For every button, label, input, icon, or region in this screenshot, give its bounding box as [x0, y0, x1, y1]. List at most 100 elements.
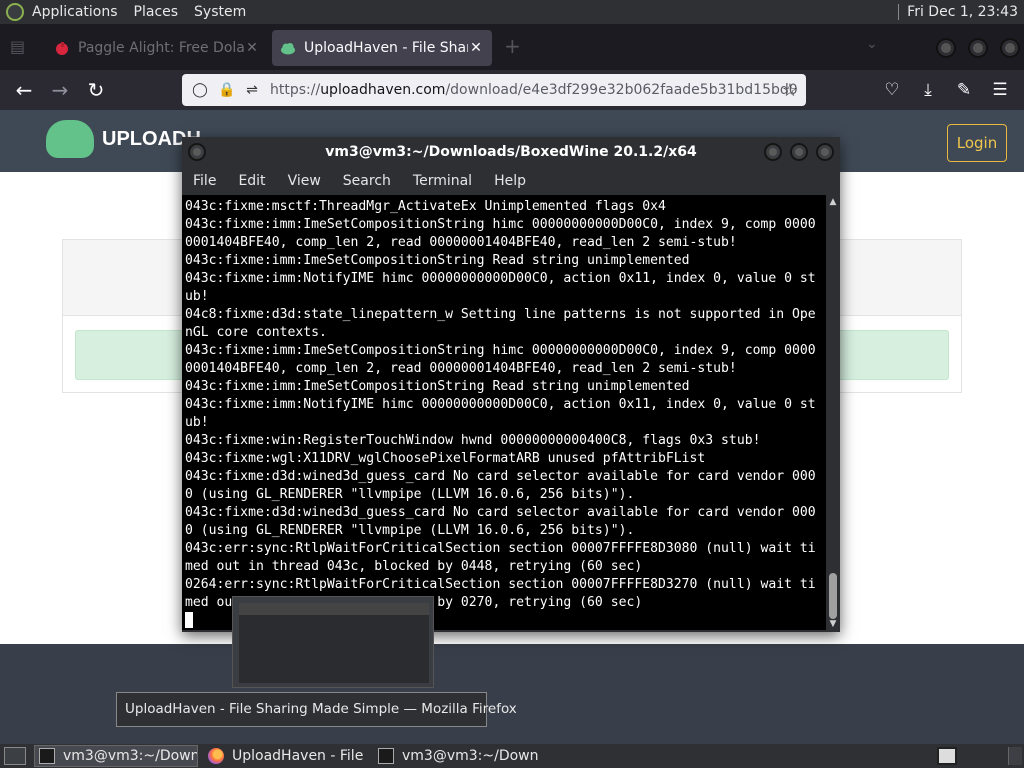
terminal-output[interactable]: 043c:fixme:msctf:ThreadMgr_ActivateEx Un…: [182, 195, 826, 630]
cloud-logo-icon: [46, 120, 94, 158]
applications-menu[interactable]: Applications: [24, 0, 126, 24]
terminal-line: 043c:fixme:imm:ImeSetCompositionString R…: [185, 379, 690, 394]
window-preview-thumbnail[interactable]: [232, 596, 434, 688]
forward-arrow-icon[interactable]: →: [48, 78, 72, 102]
clock[interactable]: Fri Dec 1, 23:43: [907, 4, 1024, 20]
tray-handle[interactable]: [1008, 747, 1022, 765]
terminal-line: 043c:fixme:d3d:wined3d_guess_card No car…: [185, 505, 816, 520]
terminal-line: 0001404BFE40, comp_len 2, read 000000014…: [185, 235, 737, 250]
system-menu[interactable]: System: [186, 0, 254, 24]
terminal-cursor: [185, 612, 193, 628]
minimize-button[interactable]: [764, 143, 782, 161]
taskbar-item-label: vm3@vm3:~/Downl...: [63, 748, 197, 764]
terminal-line: nGL core contexts.: [185, 325, 327, 340]
taskbar-item-terminal-2[interactable]: vm3@vm3:~/Downl...: [374, 745, 538, 767]
menu-terminal[interactable]: Terminal: [402, 167, 483, 195]
terminal-line: 043c:fixme:win:RegisterTouchWindow hwnd …: [185, 433, 761, 448]
reload-icon[interactable]: ↻: [84, 78, 108, 102]
tab-uploadhaven[interactable]: UploadHaven - File Sharing ✕: [272, 30, 492, 66]
firefox-icon: [208, 748, 224, 764]
tab-list-icon[interactable]: ▤: [10, 37, 30, 57]
maximize-button[interactable]: [790, 143, 808, 161]
terminal-icon: [39, 748, 55, 764]
login-button[interactable]: Login: [947, 124, 1007, 162]
panel-separator: [898, 4, 900, 20]
terminal-titlebar[interactable]: vm3@vm3:~/Downloads/BoxedWine 20.1.2/x64: [182, 137, 840, 167]
taskbar-item-terminal-1[interactable]: vm3@vm3:~/Downl...: [34, 745, 198, 767]
terminal-title: vm3@vm3:~/Downloads/BoxedWine 20.1.2/x64: [325, 144, 697, 160]
top-panel: Applications Places System Fri Dec 1, 23…: [0, 0, 1024, 24]
url-path: /download/e4e3df299e32b062faade5b31bd15b…: [445, 82, 798, 98]
url-scheme: https://: [270, 82, 321, 98]
tab-title: Paggle Alight: Free Dolan: [78, 40, 244, 56]
desktop: Applications Places System Fri Dec 1, 23…: [0, 0, 1024, 768]
close-window-button[interactable]: [816, 143, 834, 161]
terminal-window: vm3@vm3:~/Downloads/BoxedWine 20.1.2/x64…: [182, 137, 840, 632]
scroll-up-icon[interactable]: ▲: [826, 195, 840, 209]
menu-help[interactable]: Help: [483, 167, 537, 195]
terminal-line: 043c:fixme:imm:NotifyIME himc 0000000000…: [185, 271, 816, 286]
window-menu-button[interactable]: [188, 143, 206, 161]
terminal-line: 0001404BFE40, comp_len 2, read 000000014…: [185, 361, 737, 376]
taskbar-item-firefox[interactable]: UploadHaven - File ...: [204, 745, 368, 767]
terminal-line: 043c:fixme:d3d:wined3d_guess_card No car…: [185, 469, 816, 484]
menu-hamburger-icon[interactable]: ☰: [988, 78, 1012, 102]
site-logo[interactable]: UPLOADH: [46, 120, 201, 158]
terminal-line: 043c:fixme:imm:ImeSetCompositionString h…: [185, 343, 816, 358]
taskbar-item-label: UploadHaven - File ...: [232, 748, 368, 764]
navigation-toolbar: ← → ↻ ◯ 🔒 ⇌ https://uploadhaven.com/down…: [0, 70, 1024, 110]
scroll-down-icon[interactable]: ▼: [826, 617, 840, 631]
close-tab-icon[interactable]: ✕: [244, 40, 260, 56]
bottom-taskbar: vm3@vm3:~/Downl... UploadHaven - File ..…: [0, 744, 1024, 768]
tab-strip: ▤ Paggle Alight: Free Dolan ✕ UploadHave…: [0, 24, 1024, 70]
menu-file[interactable]: File: [182, 167, 227, 195]
terminal-line: 043c:fixme:imm:ImeSetCompositionString R…: [185, 253, 690, 268]
menu-view[interactable]: View: [277, 167, 332, 195]
tab-paggle[interactable]: Paggle Alight: Free Dolan ✕: [46, 30, 268, 66]
preview-image: [239, 603, 429, 683]
terminal-line: med out in thread 043c, blocked by 0448,…: [185, 559, 643, 574]
terminal-line: 043c:fixme:wgl:X11DRV_wglChoosePixelForm…: [185, 451, 706, 466]
url-host: uploadhaven.com: [320, 82, 446, 98]
terminal-line: 04c8:fixme:d3d:state_linepattern_w Setti…: [185, 307, 816, 322]
back-arrow-icon[interactable]: ←: [12, 78, 36, 102]
new-tab-icon[interactable]: +: [504, 34, 521, 58]
alert-favicon-icon: [56, 42, 68, 55]
show-desktop-icon[interactable]: [4, 747, 26, 765]
preview-titlebar: [239, 603, 429, 615]
distro-logo-icon[interactable]: [6, 3, 24, 21]
menu-search[interactable]: Search: [332, 167, 402, 195]
downloads-icon[interactable]: ⤓: [916, 78, 940, 102]
terminal-line: 043c:fixme:imm:NotifyIME himc 0000000000…: [185, 397, 816, 412]
shield-icon[interactable]: ◯: [192, 82, 208, 98]
terminal-line: 043c:fixme:imm:ImeSetCompositionString h…: [185, 217, 816, 232]
terminal-menubar: File Edit View Search Terminal Help: [182, 167, 840, 195]
maximize-button[interactable]: [968, 38, 988, 58]
terminal-line: ub!: [185, 289, 209, 304]
terminal-scrollbar[interactable]: ▲ ▼: [826, 195, 840, 632]
terminal-line: ub!: [185, 415, 209, 430]
close-tab-icon[interactable]: ✕: [468, 40, 484, 56]
pocket-icon[interactable]: ♡: [880, 78, 904, 102]
permissions-icon[interactable]: ⇌: [244, 82, 260, 98]
taskbar-item-label: vm3@vm3:~/Downl...: [402, 748, 538, 764]
chevron-down-icon[interactable]: ⌄: [866, 36, 878, 52]
terminal-icon: [378, 748, 394, 764]
close-window-button[interactable]: [1000, 38, 1020, 58]
uploadhaven-favicon-icon: [281, 43, 295, 55]
workspace-switcher[interactable]: [937, 747, 957, 765]
minimize-button[interactable]: [936, 38, 956, 58]
bookmark-star-icon[interactable]: ☆: [782, 80, 798, 101]
extensions-icon[interactable]: ✎: [952, 78, 976, 102]
lock-icon[interactable]: 🔒: [218, 82, 235, 98]
terminal-line: 0 (using GL_RENDERER "llvmpipe (LLVM 16.…: [185, 487, 635, 502]
terminal-line: 0 (using GL_RENDERER "llvmpipe (LLVM 16.…: [185, 523, 635, 538]
scrollbar-thumb[interactable]: [829, 573, 837, 619]
menu-edit[interactable]: Edit: [227, 167, 276, 195]
terminal-line: 0264:err:sync:RtlpWaitForCriticalSection…: [185, 577, 816, 592]
url-bar[interactable]: ◯ 🔒 ⇌ https://uploadhaven.com/download/e…: [182, 74, 806, 106]
tab-title: UploadHaven - File Sharing: [304, 40, 468, 56]
terminal-line: 043c:err:sync:RtlpWaitForCriticalSection…: [185, 541, 816, 556]
places-menu[interactable]: Places: [126, 0, 187, 24]
terminal-line: 043c:fixme:msctf:ThreadMgr_ActivateEx Un…: [185, 199, 666, 214]
